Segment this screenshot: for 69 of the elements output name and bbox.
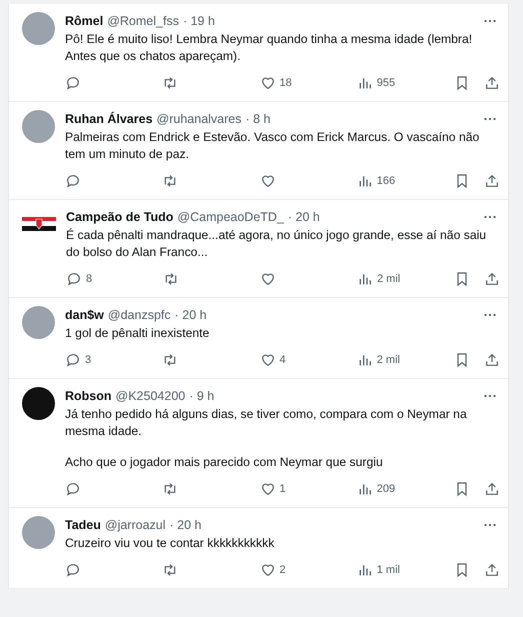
user-name[interactable]: Robson [65,387,112,405]
reply-icon[interactable] [65,352,81,368]
like-heart-icon[interactable] [260,562,276,578]
like-count: 1 [280,483,286,495]
reply-text: É cada pênalti mandraque...até agora, no único jogo grande, esse aí não saiu do bolso do Alan Franco... [66,227,488,261]
reply-text: 1 gol de pênalti inexistente [65,325,210,342]
reply-text: Já tenho pedido há alguns dias, se tiver como, compara com o Neymar na mesma idade. [65,406,468,440]
view-count: 2 mil [377,273,400,285]
reply-text: Palmeiras com Endrick e Estevão. Vasco com Erick Marcus. O vascaíno não tem um minuto de paz. [65,129,480,163]
like-count: 18 [280,77,292,89]
user-handle[interactable]: @danzspfc [108,306,171,324]
user-name[interactable]: Ruhan Álvares [65,110,153,128]
like-heart-icon[interactable] [260,75,276,91]
more-options-icon[interactable] [484,117,496,121]
user-handle[interactable]: @jarroazul [104,516,166,534]
post-time[interactable]: · 20 h [174,306,207,324]
more-options-icon[interactable] [484,313,496,317]
user-name[interactable]: dan$w [65,306,104,324]
share-icon[interactable] [484,75,500,91]
like-count: 4 [280,354,286,366]
repost-icon[interactable] [162,75,178,91]
post-time[interactable]: · 19 h [182,12,215,30]
share-icon[interactable] [484,271,500,287]
repost-icon[interactable] [162,173,178,189]
share-icon[interactable] [484,481,500,497]
user-handle[interactable]: @CampeaoDeTD_ [177,208,284,226]
user-name[interactable]: Tadeu [65,516,101,534]
more-options-icon[interactable] [484,394,496,398]
reply-icon[interactable] [65,481,81,497]
share-icon[interactable] [484,352,500,368]
post-time[interactable]: · 9 h [189,387,214,405]
repost-icon[interactable] [163,271,179,287]
reply-text: Pô! Ele é muito liso! Lembra Neymar quando tinha a mesma idade (lembra! Antes que os chatos apareçam). [65,31,474,65]
view-count: 166 [376,175,396,187]
reply-text: Cruzeiro viu vou te contar kkkkkkkkkkk [65,535,276,552]
flag-avatar-icon[interactable] [22,217,56,231]
share-icon[interactable] [484,173,500,189]
user-name[interactable]: Rômel [65,12,104,30]
user-handle[interactable]: @K2504200 [116,387,186,405]
like-heart-icon[interactable] [260,481,276,497]
reply-count: 8 [86,273,92,285]
reply-icon[interactable] [65,562,81,578]
like-count: 2 [280,564,286,576]
view-count: 209 [376,483,396,495]
view-count: 955 [376,77,396,89]
user-handle[interactable]: @Romel_fss [107,12,179,30]
like-heart-icon[interactable] [260,352,276,368]
user-handle[interactable]: @ruhanalvares [156,110,242,128]
more-options-icon[interactable] [484,523,496,527]
reply-icon[interactable] [65,75,81,91]
repost-icon[interactable] [162,562,178,578]
post-time[interactable]: · 20 h [288,208,320,226]
share-icon[interactable] [484,562,500,578]
post-time[interactable]: · 8 h [246,110,271,128]
view-count: 1 mil [376,564,400,576]
reply-text: Acho que o jogador mais parecido com Neymar que surgiu [65,454,384,471]
like-heart-icon[interactable] [260,173,276,189]
reply-icon[interactable] [66,271,82,287]
repost-icon[interactable] [162,352,178,368]
more-options-icon[interactable] [484,19,496,23]
avatar[interactable] [22,387,55,420]
user-name[interactable]: Campeão de Tudo [66,208,174,226]
view-count: 2 mil [376,354,400,366]
reply-count: 3 [85,354,92,366]
repost-icon[interactable] [162,481,178,497]
post-time[interactable]: · 20 h [170,516,202,534]
more-options-icon[interactable] [484,215,496,219]
reply-icon[interactable] [65,173,81,189]
like-heart-icon[interactable] [260,271,276,287]
